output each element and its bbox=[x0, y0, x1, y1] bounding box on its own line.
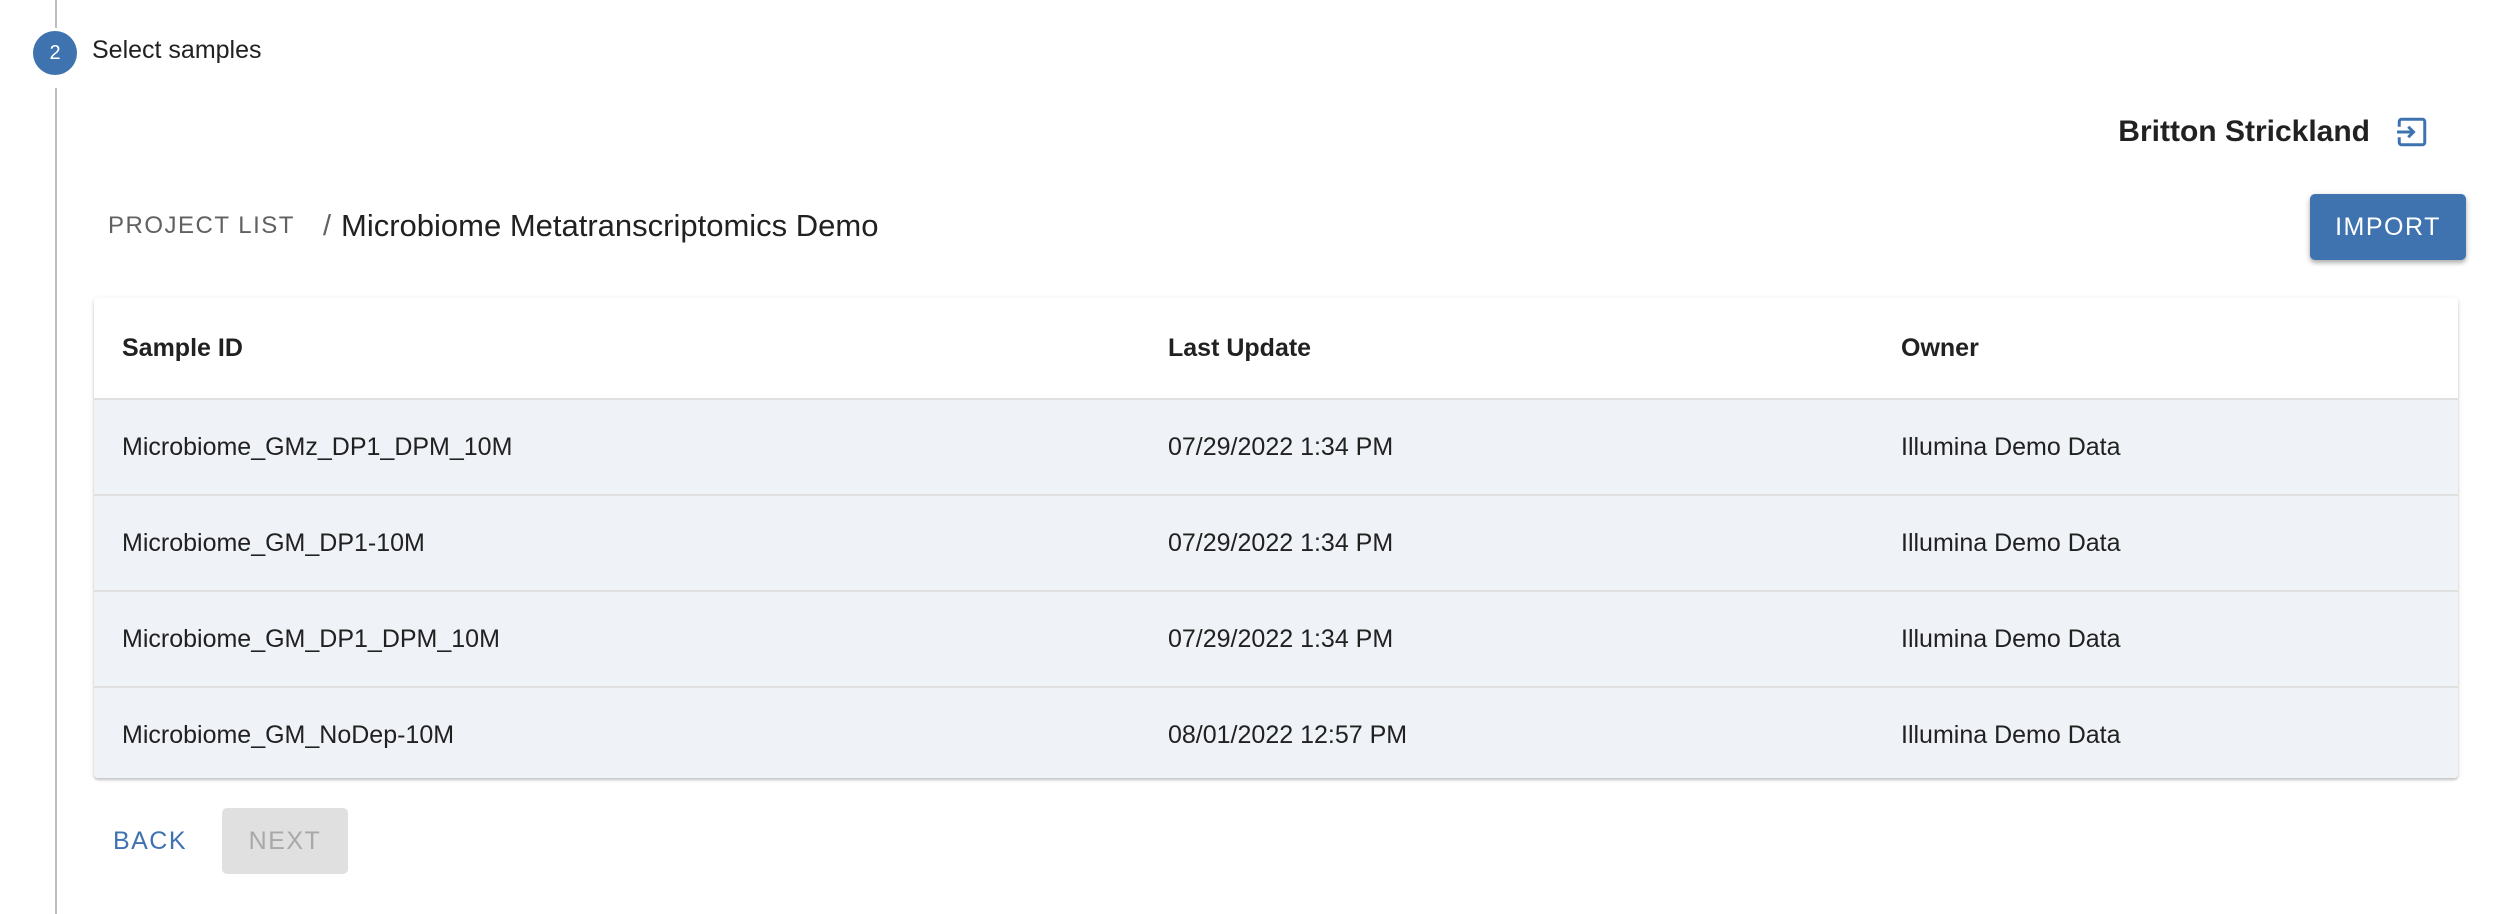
cell-owner: Illumina Demo Data bbox=[1873, 399, 2458, 496]
cell-last-update: 07/29/2022 1:34 PM bbox=[1140, 591, 1873, 688]
breadcrumb-current-project: Microbiome Metatranscriptomics Demo bbox=[341, 208, 879, 243]
cell-last-update: 07/29/2022 1:34 PM bbox=[1140, 495, 1873, 592]
table-header-row: Sample ID Last Update Owner bbox=[94, 298, 2458, 400]
cell-sample-id: Microbiome_GM_NoDep-10M bbox=[94, 687, 1140, 778]
samples-table-card: Sample ID Last Update Owner Microbiome_G… bbox=[94, 298, 2458, 778]
cell-owner: Illumina Demo Data bbox=[1873, 687, 2458, 778]
logout-icon[interactable] bbox=[2392, 112, 2432, 152]
cell-sample-id: Microbiome_GM_DP1-10M bbox=[94, 495, 1140, 592]
stepper-connector bbox=[55, 88, 57, 914]
next-button[interactable]: NEXT bbox=[222, 808, 348, 874]
back-button[interactable]: BACK bbox=[100, 808, 200, 874]
breadcrumb: PROJECT LIST / Microbiome Metatranscript… bbox=[94, 204, 878, 248]
cell-owner: Illumina Demo Data bbox=[1873, 495, 2458, 592]
column-header-owner[interactable]: Owner bbox=[1873, 298, 2458, 400]
column-header-sample-id[interactable]: Sample ID bbox=[94, 298, 1140, 400]
table-row[interactable]: Microbiome_GM_DP1-10M 07/29/2022 1:34 PM… bbox=[94, 495, 2458, 592]
select-samples-page: 2 Select samples Britton Strickland PROJ… bbox=[0, 0, 2496, 914]
table-row[interactable]: Microbiome_GM_DP1_DPM_10M 07/29/2022 1:3… bbox=[94, 591, 2458, 688]
import-button[interactable]: IMPORT bbox=[2310, 194, 2466, 260]
table-row[interactable]: Microbiome_GMz_DP1_DPM_10M 07/29/2022 1:… bbox=[94, 399, 2458, 496]
step-number-badge: 2 bbox=[33, 31, 77, 75]
user-area: Britton Strickland bbox=[2118, 108, 2432, 156]
step-title: Select samples bbox=[92, 36, 262, 64]
table-row[interactable]: Microbiome_GM_NoDep-10M 08/01/2022 12:57… bbox=[94, 687, 2458, 778]
breadcrumb-separator: / bbox=[322, 209, 331, 242]
cell-last-update: 08/01/2022 12:57 PM bbox=[1140, 687, 1873, 778]
cell-sample-id: Microbiome_GMz_DP1_DPM_10M bbox=[94, 399, 1140, 496]
samples-table: Sample ID Last Update Owner Microbiome_G… bbox=[94, 298, 2458, 778]
cell-owner: Illumina Demo Data bbox=[1873, 591, 2458, 688]
stepper-connector-top bbox=[55, 0, 57, 28]
breadcrumb-project-list-link[interactable]: PROJECT LIST bbox=[94, 206, 309, 246]
step-number: 2 bbox=[49, 41, 61, 64]
user-name: Britton Strickland bbox=[2118, 115, 2370, 148]
cell-sample-id: Microbiome_GM_DP1_DPM_10M bbox=[94, 591, 1140, 688]
column-header-last-update[interactable]: Last Update bbox=[1140, 298, 1873, 400]
cell-last-update: 07/29/2022 1:34 PM bbox=[1140, 399, 1873, 496]
